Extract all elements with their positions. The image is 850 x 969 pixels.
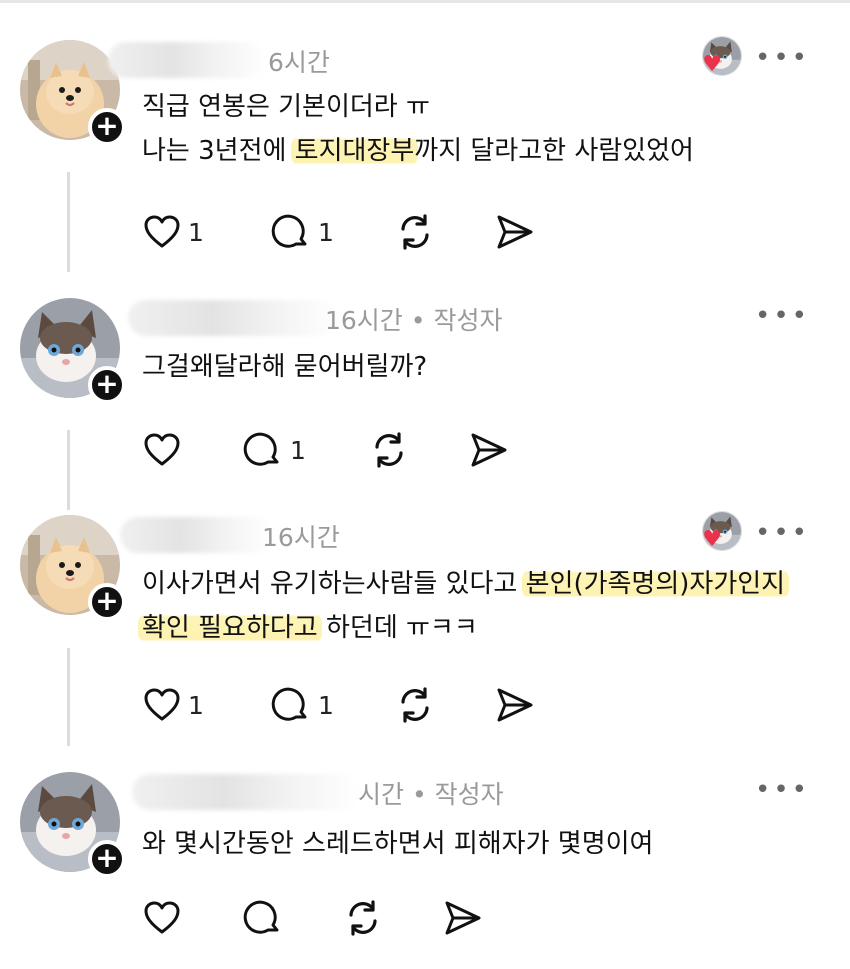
repost-button[interactable]	[394, 210, 436, 254]
paper-plane-icon	[494, 211, 536, 253]
reply-post: +16시간 ♥ ••• 이사가면서 유기하는사람들 있다고 본인(가족명의)자가인지…	[0, 511, 850, 746]
more-dots-icon[interactable]: •••	[755, 520, 810, 546]
post-text: 와 몇시간동안 스레드하면서 피해자가 몇명이여	[142, 822, 653, 866]
speech-bubble-icon	[270, 684, 312, 726]
text-line: 직급 연봉은 기본이더라 ㅠ	[142, 85, 694, 129]
username-redacted[interactable]	[128, 300, 340, 336]
like-button[interactable]: 1	[142, 210, 204, 254]
share-button[interactable]	[468, 428, 510, 472]
repost-button[interactable]	[368, 428, 410, 472]
more-dots-icon[interactable]: •••	[755, 777, 810, 803]
text-segment: 까지 달라고한 사람있었어	[414, 136, 694, 166]
reply-count: 1	[290, 435, 306, 465]
post-time: 16시간	[262, 523, 340, 552]
heart-outline-icon	[142, 898, 182, 938]
post-meta: 16시간	[262, 518, 340, 554]
thread-connector	[67, 648, 70, 746]
username-redacted[interactable]	[120, 517, 272, 553]
post-text: 이사가면서 유기하는사람들 있다고 본인(가족명의)자가인지 확인 필요하다고 하…	[138, 562, 790, 650]
reply-button[interactable]	[242, 896, 284, 940]
share-button[interactable]	[494, 210, 536, 254]
reply-post: + 시간 • 작성자 ••• 와 몇시간동안 스레드하면서 피해자가 몇명이여	[0, 772, 850, 969]
reply-count: 1	[318, 690, 334, 720]
text-segment: 직급 연봉은 기본이더라 ㅠ	[142, 92, 430, 122]
like-button[interactable]: 1	[142, 683, 204, 727]
follow-plus-icon[interactable]: +	[88, 583, 126, 621]
username-redacted[interactable]	[132, 774, 360, 810]
heart-outline-icon	[142, 430, 182, 470]
follow-plus-icon[interactable]: +	[88, 108, 126, 146]
more-dots-icon[interactable]: •••	[755, 303, 810, 329]
paper-plane-icon	[468, 429, 510, 471]
text-line: 그걸왜달라해 묻어버릴까?	[142, 345, 427, 389]
text-line: 와 몇시간동안 스레드하면서 피해자가 몇명이여	[142, 822, 653, 866]
text-segment: 그걸왜달라해 묻어버릴까?	[142, 352, 428, 382]
text-segment: 와 몇시간동안 스레드하면서 피해자가 몇명이여	[142, 829, 654, 859]
more-dots-icon[interactable]: •••	[755, 45, 810, 71]
heart-icon: ♥	[702, 52, 722, 77]
text-segment: 이사가면서 유기하는사람들 있다고	[142, 569, 526, 599]
reply-button[interactable]: 1	[270, 683, 334, 727]
text-line: 이사가면서 유기하는사람들 있다고 본인(가족명의)자가인지	[142, 562, 790, 606]
speech-bubble-icon	[270, 211, 312, 253]
like-button[interactable]	[142, 428, 182, 472]
speech-bubble-icon	[242, 897, 284, 939]
post-meta: 시간 • 작성자	[358, 775, 504, 811]
reply-button[interactable]: 1	[242, 428, 306, 472]
highlighted-text: 본인(가족명의)자가인지	[521, 569, 790, 599]
post-time: 시간	[358, 780, 405, 809]
heart-outline-icon	[142, 685, 182, 725]
post-meta: 6시간	[268, 43, 330, 79]
follow-plus-icon[interactable]: +	[88, 366, 126, 404]
reply-post: +6시간 ♥ ••• 직급 연봉은 기본이더라 ㅠ 나는 3년전에 토지대장부까지 달…	[0, 36, 850, 272]
heart-outline-icon	[142, 212, 182, 252]
post-text: 직급 연봉은 기본이더라 ㅠ 나는 3년전에 토지대장부까지 달라고한 사람있었어	[142, 85, 694, 173]
heart-icon: ♥	[702, 527, 722, 552]
paper-plane-icon	[442, 897, 484, 939]
follow-plus-icon[interactable]: +	[88, 840, 126, 878]
post-time: 16시간	[325, 306, 403, 335]
repost-arrows-icon	[342, 897, 384, 939]
thread-feed: +6시간 ♥ ••• 직급 연봉은 기본이더라 ㅠ 나는 3년전에 토지대장부까지 달…	[0, 0, 850, 969]
reply-post: +16시간 • 작성자 ••• 그걸왜달라해 묻어버릴까? 1	[0, 298, 850, 510]
thread-connector	[67, 430, 70, 510]
highlighted-text: 확인 필요하다고	[138, 613, 322, 643]
author-tag: • 작성자	[402, 306, 503, 335]
text-segment: 나는 3년전에	[142, 136, 295, 166]
reply-button[interactable]: 1	[270, 210, 334, 254]
speech-bubble-icon	[242, 429, 284, 471]
text-segment: 하던데 ㅠㅋㅋ	[317, 613, 478, 643]
author-tag: • 작성자	[404, 780, 504, 809]
reply-count: 1	[318, 217, 334, 247]
repost-button[interactable]	[342, 896, 384, 940]
share-button[interactable]	[494, 683, 536, 727]
text-line: 나는 3년전에 토지대장부까지 달라고한 사람있었어	[142, 129, 694, 173]
post-time: 6시간	[268, 48, 330, 77]
share-button[interactable]	[442, 896, 484, 940]
repost-arrows-icon	[394, 684, 436, 726]
repost-arrows-icon	[394, 211, 436, 253]
post-text: 그걸왜달라해 묻어버릴까?	[142, 345, 427, 389]
thread-connector	[67, 172, 70, 272]
username-redacted[interactable]	[108, 42, 266, 78]
highlighted-text: 토지대장부	[290, 136, 419, 166]
text-line: 확인 필요하다고 하던데 ㅠㅋㅋ	[138, 606, 785, 650]
repost-arrows-icon	[368, 429, 410, 471]
post-meta: 16시간 • 작성자	[325, 301, 502, 337]
repost-button[interactable]	[394, 683, 436, 727]
top-divider	[0, 0, 850, 3]
like-count: 1	[188, 690, 204, 720]
like-count: 1	[188, 217, 204, 247]
like-button[interactable]	[142, 896, 182, 940]
paper-plane-icon	[494, 684, 536, 726]
